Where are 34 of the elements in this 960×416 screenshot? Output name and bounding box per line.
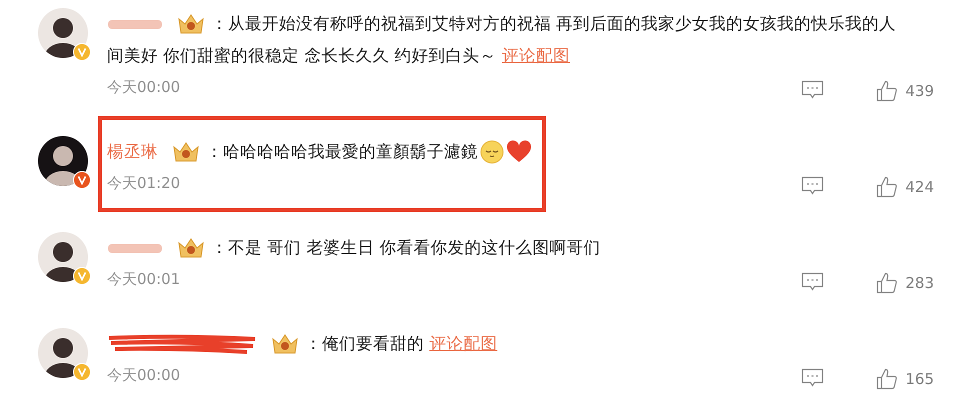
colon: ：: [211, 14, 228, 33]
crown-badge-icon: [271, 333, 299, 356]
avatar[interactable]: [38, 8, 88, 58]
thumbs-up-icon[interactable]: [876, 368, 898, 390]
thumbs-up-icon[interactable]: [876, 176, 898, 198]
comment-text: 哈哈哈哈哈我最愛的童顏鬍子濾鏡: [223, 142, 478, 161]
avatar[interactable]: [38, 232, 88, 282]
timestamp: 今天00:00: [107, 77, 180, 98]
crown-badge-icon: [172, 141, 200, 164]
user-name[interactable]: 楊丞琳: [107, 142, 158, 161]
comment-text: 俺们要看甜的: [322, 334, 424, 353]
timestamp: 今天01:20: [107, 173, 180, 194]
crown-badge-icon: [177, 237, 205, 260]
thumbs-up-icon[interactable]: [876, 272, 898, 294]
image-link[interactable]: 评论配图: [502, 46, 570, 65]
timestamp: 今天00:00: [107, 365, 180, 386]
crown-badge-icon: [177, 13, 205, 36]
comment-text: 间美好 你们甜蜜的很稳定 念长长久久 约好到白头～: [107, 46, 497, 65]
comment-text: 从最开始没有称呼的祝福到艾特对方的祝福 再到后面的我家少女我的女孩我的快乐我的人: [228, 14, 896, 33]
timestamp: 今天00:01: [107, 269, 180, 290]
image-link[interactable]: 评论配图: [429, 334, 498, 353]
like-count: 165: [905, 368, 934, 390]
colon: ：: [305, 334, 322, 353]
comment-text: 不是 哥们 老婆生日 你看看你发的这什么图啊哥们: [228, 238, 601, 257]
avatar[interactable]: [38, 328, 88, 378]
colon: ：: [206, 142, 223, 161]
like-count: 283: [905, 272, 934, 294]
avatar[interactable]: [38, 136, 88, 186]
like-count: 439: [905, 80, 934, 102]
smiling-face-icon: [480, 140, 504, 164]
heart-icon: [506, 140, 532, 164]
thumbs-up-icon[interactable]: [876, 80, 898, 102]
colon: ：: [211, 238, 228, 257]
like-count: 424: [905, 176, 934, 198]
